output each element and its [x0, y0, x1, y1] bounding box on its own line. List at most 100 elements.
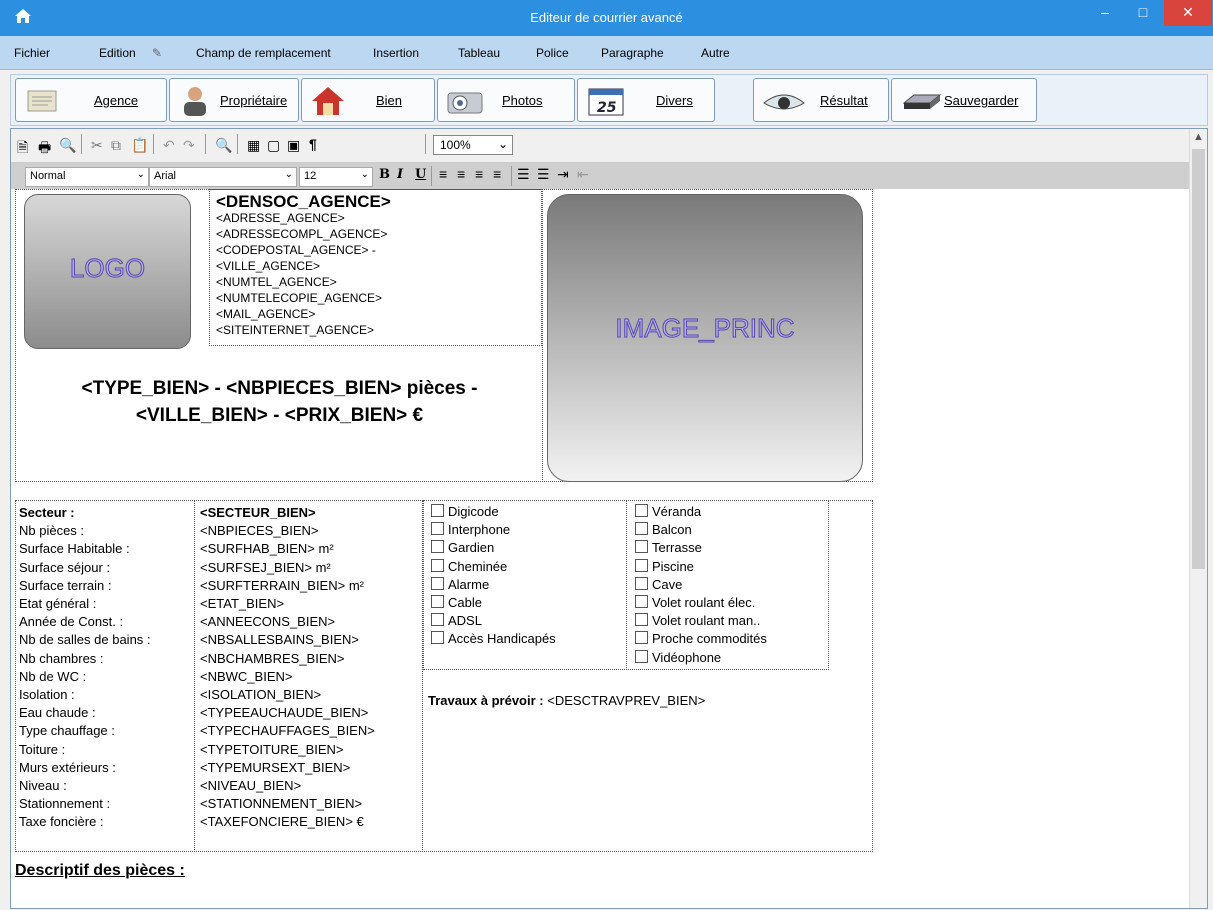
checkbox-item[interactable]: Interphone [431, 521, 556, 539]
font-select[interactable]: Arial ⌄ [149, 167, 297, 187]
print-icon[interactable]: 🖶 [38, 137, 51, 161]
size-select[interactable]: 12 ⌄ [299, 167, 373, 187]
checkbox-item[interactable]: Cave [635, 576, 767, 594]
checkbox[interactable] [431, 558, 444, 572]
agence-button[interactable]: Agence [15, 78, 167, 122]
checkbox-label: Cable [448, 595, 482, 611]
numbered-list-icon[interactable]: ☰ [517, 166, 530, 183]
copy-icon[interactable]: ⧉ [111, 137, 121, 154]
value: <SURFHAB_BIEN> m² [200, 541, 334, 557]
bold-button[interactable]: B [379, 167, 390, 182]
new-document-icon[interactable]: 🗎 [17, 137, 28, 161]
sauvegarder-button[interactable]: Sauvegarder [891, 78, 1037, 122]
checkbox[interactable] [635, 522, 648, 536]
eye-icon [763, 94, 805, 110]
maximize-button[interactable]: □ [1126, 0, 1160, 26]
checkbox[interactable] [635, 649, 648, 663]
checkbox-item[interactable]: Balcon [635, 521, 767, 539]
checkbox[interactable] [431, 522, 444, 536]
label: Surface Habitable : [19, 541, 130, 557]
headline-line-1: <TYPE_BIEN> - <NBPIECES_BIEN> pièces - [81, 378, 478, 399]
checkbox-item[interactable]: Piscine [635, 558, 767, 576]
style-select[interactable]: Normal ⌄ [25, 167, 149, 187]
editor-frame: 🗎 🖶 🔍 ✂ ⧉ 📋 ↶ ↷ 🔍 ▦ ▢ ▣ ¶ 100% ⌄ Normal ⌄ … [10, 128, 1208, 909]
menu-paragraphe[interactable]: Paragraphe [601, 46, 664, 60]
proprietaire-button[interactable]: Propriétaire [169, 78, 299, 122]
checkbox[interactable] [635, 595, 648, 609]
bullet-list-icon[interactable]: ☰ [537, 166, 550, 183]
justify-icon[interactable]: ≡ [493, 166, 501, 182]
checkbox[interactable] [431, 631, 444, 645]
menu-autre[interactable]: Autre [701, 46, 730, 60]
underline-button[interactable]: U [415, 167, 426, 182]
photos-button[interactable]: Photos [437, 78, 575, 122]
paste-icon[interactable]: 📋 [131, 137, 148, 154]
value: <TYPECHAUFFAGES_BIEN> [200, 723, 375, 739]
checkbox-item[interactable]: Vidéophone [635, 649, 767, 667]
italic-button[interactable]: I [397, 167, 403, 182]
menu-tableau[interactable]: Tableau [458, 46, 500, 60]
footer-icon[interactable]: ▣ [287, 137, 300, 154]
checkbox[interactable] [635, 504, 648, 517]
menu-edition[interactable]: Edition [99, 46, 136, 60]
checkbox-item[interactable]: Cheminée [431, 558, 556, 576]
checkbox[interactable] [635, 576, 648, 590]
label: Isolation : [19, 687, 75, 703]
checkbox-item[interactable]: Volet roulant man.. [635, 612, 767, 630]
paragraph-mark-icon[interactable]: ¶ [309, 136, 317, 152]
checkbox-item[interactable]: Proche commodités [635, 630, 767, 648]
menu-champ-de-remplacement[interactable]: Champ de remplacement [196, 46, 331, 60]
person-icon [184, 87, 206, 116]
find-icon[interactable]: 🔍 [215, 137, 232, 154]
agence-label: Agence [94, 93, 139, 108]
checkbox-item[interactable]: Véranda [635, 503, 767, 521]
cut-icon[interactable]: ✂ [91, 137, 103, 154]
checkbox[interactable] [431, 540, 444, 554]
checkbox[interactable] [431, 504, 444, 517]
travaux-value: <DESCTRAVPREV_BIEN> [547, 693, 706, 708]
zoom-value: 100% [440, 138, 471, 152]
checkbox-item[interactable]: Digicode [431, 503, 556, 521]
insert-field-icon[interactable]: ▦ [247, 137, 260, 154]
checkbox[interactable] [635, 631, 648, 645]
checkbox-item[interactable]: ADSL [431, 612, 556, 630]
checkbox[interactable] [431, 576, 444, 590]
menu-fichier[interactable]: Fichier [14, 46, 50, 60]
checkbox-item[interactable]: Volet roulant élec. [635, 594, 767, 612]
checkbox-item[interactable]: Cable [431, 594, 556, 612]
checkbox[interactable] [431, 613, 444, 627]
window-title: Editeur de courrier avancé [530, 10, 683, 25]
scrollbar-thumb[interactable] [1192, 149, 1205, 569]
checkbox-item[interactable]: Terrasse [635, 539, 767, 557]
decrease-indent-icon[interactable]: ⇤ [577, 166, 589, 183]
checkbox-item[interactable]: Accès Handicapés [431, 630, 556, 648]
minimize-button[interactable]: – [1088, 0, 1122, 26]
zoom-select[interactable]: 100% ⌄ [433, 135, 513, 155]
checkbox[interactable] [635, 540, 648, 554]
divers-button[interactable]: 25 Divers [577, 78, 715, 122]
chevron-down-icon: ⌄ [497, 137, 508, 151]
redo-icon[interactable]: ↷ [183, 137, 195, 154]
resultat-button[interactable]: Résultat [753, 78, 889, 122]
checkbox[interactable] [635, 613, 648, 627]
checkbox-label: Interphone [448, 522, 511, 538]
document-area[interactable]: LOGO <DENSOC_AGENCE> <ADRESSE_AGENCE> <A… [11, 189, 1189, 908]
font-value: Arial [154, 170, 177, 182]
print-preview-icon[interactable]: 🔍 [59, 137, 76, 154]
undo-icon[interactable]: ↶ [163, 137, 175, 154]
menu-insertion[interactable]: Insertion [373, 46, 419, 60]
align-right-icon[interactable]: ≡ [475, 166, 483, 182]
checkbox[interactable] [431, 595, 444, 609]
checkbox-item[interactable]: Gardien [431, 539, 556, 557]
align-center-icon[interactable]: ≡ [457, 166, 465, 182]
close-button[interactable]: ✕ [1164, 0, 1212, 26]
bien-button[interactable]: Bien [301, 78, 435, 122]
chevron-up-icon[interactable]: ▲ [1193, 131, 1204, 143]
increase-indent-icon[interactable]: ⇥ [557, 166, 569, 183]
align-left-icon[interactable]: ≡ [439, 166, 447, 182]
checkbox-item[interactable]: Alarme [431, 576, 556, 594]
checkbox[interactable] [635, 558, 648, 572]
header-icon[interactable]: ▢ [267, 137, 280, 154]
vertical-scrollbar[interactable]: ▲ [1189, 129, 1207, 908]
menu-police[interactable]: Police [536, 46, 569, 60]
